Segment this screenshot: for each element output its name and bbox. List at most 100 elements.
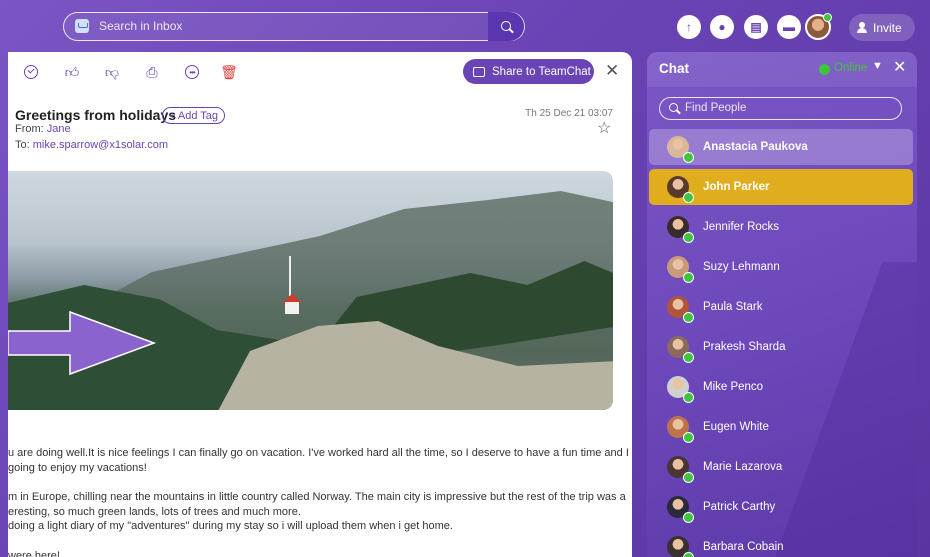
- mail-subject: Greetings from holidays: [15, 107, 177, 123]
- contact-list: Anastacia Paukova John Parker Jennifer Roc…: [649, 129, 913, 557]
- mail-to: To: mike.sparrow@x1solar.com: [15, 139, 168, 151]
- invite-button[interactable]: Invite: [849, 14, 915, 41]
- star-icon[interactable]: ☆: [597, 118, 611, 138]
- contact-name: Mike Penco: [703, 381, 764, 393]
- close-icon[interactable]: ✕: [605, 61, 619, 81]
- contact-avatar: [667, 416, 694, 443]
- online-indicator: [683, 472, 694, 483]
- body-line: going to enjoy my vacations!: [8, 461, 147, 474]
- contact-name: Anastacia Paukova: [703, 141, 808, 153]
- contact-avatar: [667, 256, 694, 283]
- share-label: Share to TeamChat: [492, 65, 591, 78]
- contact-item[interactable]: Mike Penco: [649, 369, 913, 405]
- chat-close-icon[interactable]: ✕: [893, 57, 906, 77]
- invite-label: Invite: [873, 20, 902, 35]
- online-indicator: [683, 272, 694, 283]
- contact-item[interactable]: Anastacia Paukova: [649, 129, 913, 165]
- online-indicator: [823, 13, 832, 22]
- contact-item[interactable]: Eugen White: [649, 409, 913, 445]
- contact-avatar: [667, 296, 694, 323]
- upload-button[interactable]: ↑: [677, 15, 701, 39]
- search-icon: [669, 103, 678, 112]
- contact-item[interactable]: Barbara Cobain: [649, 529, 913, 557]
- contact-item[interactable]: Patrick Carthy: [649, 489, 913, 525]
- contact-item[interactable]: Prakesh Sharda: [649, 329, 913, 365]
- online-indicator: [683, 432, 694, 443]
- contact-item[interactable]: John Parker: [649, 169, 913, 205]
- check-circle-icon[interactable]: [24, 65, 38, 79]
- flag-pole: [289, 256, 291, 296]
- chat-bubble-icon: ●: [718, 20, 726, 34]
- contact-avatar: [667, 376, 694, 403]
- find-people-placeholder: Find People: [685, 102, 747, 114]
- contact-avatar: [667, 176, 694, 203]
- chat-panel: Chat Online ▼ ✕ Find People Anastacia Pa…: [647, 52, 917, 557]
- online-indicator: [683, 232, 694, 243]
- contact-item[interactable]: Suzy Lehmann: [649, 249, 913, 285]
- contact-avatar: [667, 336, 694, 363]
- message-icon: ▬: [783, 20, 795, 34]
- online-indicator: [683, 512, 694, 523]
- mail-panel: 👍︎ 👎︎ ⎙ ••• 🗑︎ Share to TeamChat ✕ Greet…: [8, 52, 632, 557]
- contact-name: Suzy Lehmann: [703, 261, 780, 273]
- user-avatar[interactable]: [805, 13, 832, 40]
- online-indicator: [683, 352, 694, 363]
- more-icon[interactable]: •••: [185, 65, 199, 79]
- search-button[interactable]: [488, 11, 524, 41]
- mail-toolbar: 👍︎ 👎︎ ⎙ ••• 🗑︎ Share to TeamChat ✕: [8, 52, 632, 92]
- chevron-down-icon[interactable]: ▼: [872, 60, 883, 72]
- find-people-input[interactable]: Find People: [659, 97, 902, 120]
- online-indicator: [683, 312, 694, 323]
- trash-icon[interactable]: 🗑︎: [220, 64, 238, 80]
- inbox-icon: [75, 19, 89, 33]
- search-icon: [501, 21, 511, 31]
- thumbs-up-icon[interactable]: 👍︎: [64, 64, 80, 80]
- search-input[interactable]: Search in Inbox: [99, 19, 182, 33]
- contact-name: John Parker: [703, 181, 770, 193]
- search-bar[interactable]: Search in Inbox: [63, 11, 525, 41]
- body-line: doing a light diary of my "adventures" d…: [8, 520, 453, 532]
- add-tag-button[interactable]: + Add Tag: [162, 107, 226, 124]
- to-address[interactable]: mike.sparrow@x1solar.com: [33, 139, 168, 151]
- contact-avatar: [667, 136, 694, 163]
- status-dropdown[interactable]: Online: [834, 62, 867, 74]
- upload-icon: ↑: [686, 20, 692, 34]
- contact-avatar: [667, 216, 694, 243]
- from-name[interactable]: Jane: [47, 123, 71, 135]
- contact-name: Barbara Cobain: [703, 541, 784, 553]
- mail-body: u are doing well.It is nice feelings I c…: [8, 446, 629, 557]
- contact-item[interactable]: Paula Stark: [649, 289, 913, 325]
- print-icon[interactable]: ⎙: [144, 64, 160, 80]
- chat-header: Chat Online ▼ ✕: [647, 52, 917, 87]
- calendar-icon: ▤: [750, 20, 762, 34]
- chat-bubble-button[interactable]: ●: [710, 15, 734, 39]
- body-line: were here!: [8, 549, 60, 557]
- contact-name: Jennifer Rocks: [703, 221, 780, 233]
- mail-from: From: Jane: [15, 123, 71, 135]
- add-user-icon: [857, 22, 867, 33]
- online-indicator: [683, 552, 694, 557]
- contact-item[interactable]: Jennifer Rocks: [649, 209, 913, 245]
- body-line: m in Europe, chilling near the mountains…: [8, 491, 626, 503]
- chat-title: Chat: [659, 61, 689, 76]
- online-indicator: [683, 192, 694, 203]
- house: [285, 302, 299, 314]
- contact-avatar: [667, 536, 694, 557]
- message-button[interactable]: ▬: [777, 15, 801, 39]
- body-line: u are doing well.It is nice feelings I c…: [8, 447, 629, 459]
- contact-item[interactable]: Marie Lazarova: [649, 449, 913, 485]
- from-label: From:: [15, 123, 44, 135]
- body-line: eresting, so much green lands, lots of t…: [8, 505, 301, 518]
- contact-avatar: [667, 496, 694, 523]
- share-to-teamchat-button[interactable]: Share to TeamChat: [463, 59, 594, 84]
- arrow-graphic: [8, 310, 157, 376]
- contact-name: Prakesh Sharda: [703, 341, 786, 353]
- calendar-button[interactable]: ▤: [744, 15, 768, 39]
- top-bar: Search in Inbox ↑ ● ▤ ▬ Invite: [0, 0, 930, 52]
- contact-avatar: [667, 456, 694, 483]
- online-indicator: [683, 392, 694, 403]
- thumbs-down-icon[interactable]: 👎︎: [104, 64, 120, 80]
- to-label: To:: [15, 139, 30, 151]
- contact-name: Paula Stark: [703, 301, 763, 313]
- online-indicator: [683, 152, 694, 163]
